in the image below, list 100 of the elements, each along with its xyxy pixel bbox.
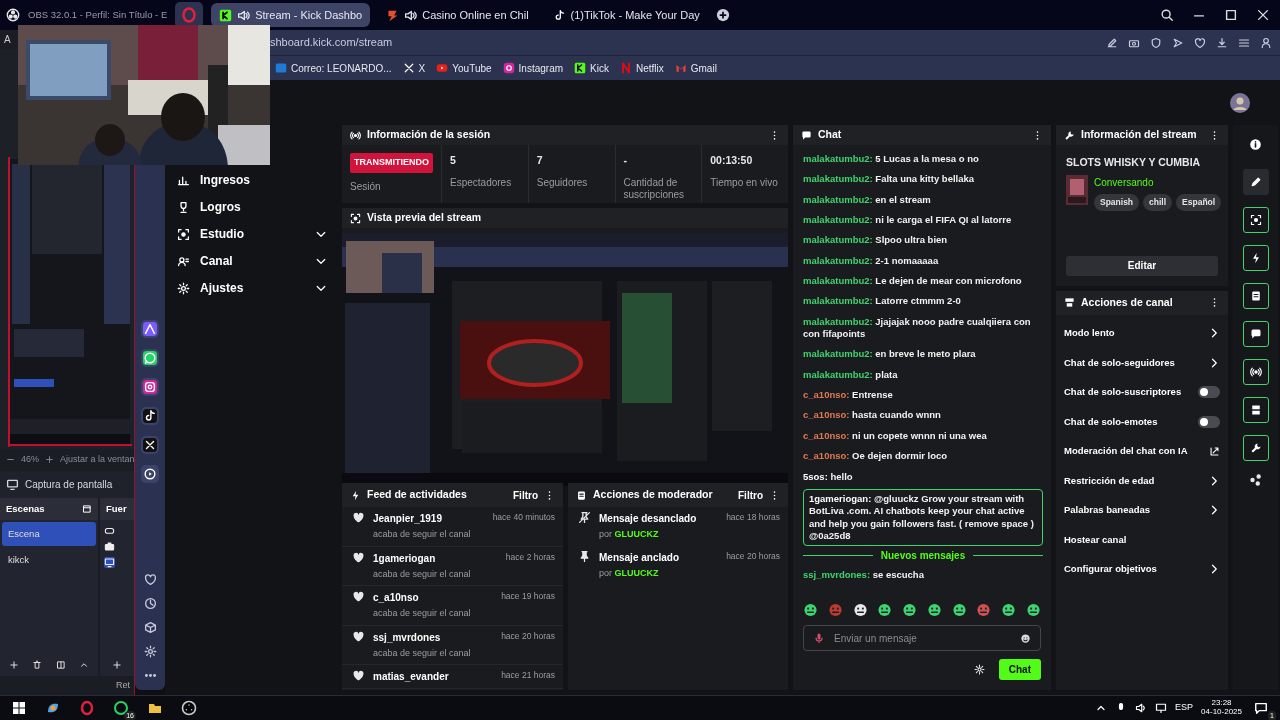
maximize-icon[interactable] bbox=[1224, 8, 1238, 22]
browser-tab[interactable]: (1)TikTok - Make Your Day bbox=[544, 3, 708, 27]
settings-icon[interactable] bbox=[973, 664, 985, 675]
tag-chip[interactable]: chill bbox=[1143, 193, 1173, 211]
channel-action-item[interactable]: Chat de solo-suscriptores bbox=[1056, 377, 1228, 407]
dots-cluster-icon[interactable] bbox=[1248, 473, 1263, 487]
channel-action-item[interactable]: Chat de solo-emotes bbox=[1056, 407, 1228, 437]
toggle-switch[interactable] bbox=[1198, 415, 1220, 428]
rail-button[interactable] bbox=[1242, 359, 1269, 385]
download-icon[interactable] bbox=[1216, 36, 1228, 49]
message-field[interactable]: Enviar un mensaje bbox=[803, 625, 1041, 651]
search-icon[interactable] bbox=[1160, 8, 1174, 22]
fit-window-option[interactable]: Ajustar a la ventan bbox=[60, 453, 134, 467]
send-icon[interactable] bbox=[1172, 36, 1184, 49]
network-icon[interactable] bbox=[1155, 702, 1168, 714]
camera-icon[interactable] bbox=[104, 540, 115, 552]
emote-icon[interactable] bbox=[803, 602, 818, 617]
emote-icon[interactable] bbox=[1025, 602, 1041, 617]
filter-button[interactable]: Filtro bbox=[738, 487, 763, 503]
menu-item[interactable]: A bbox=[0, 30, 15, 49]
bookmark-link[interactable]: X bbox=[402, 60, 426, 76]
nav-item[interactable]: Ajustes bbox=[177, 277, 327, 299]
chat-message: malakatumbu2: 5 Lucas a la mesa o no bbox=[803, 152, 980, 166]
channel-action-item[interactable]: Restricción de edad bbox=[1056, 466, 1228, 496]
add-icon[interactable] bbox=[8, 659, 19, 670]
timestamp: hace 19 horas bbox=[501, 590, 555, 603]
bookmark-link[interactable]: Instagram bbox=[502, 60, 564, 76]
moderator-text: por GLUUCKZ bbox=[599, 566, 660, 580]
toggle-switch[interactable] bbox=[1198, 386, 1220, 399]
bookmark-link[interactable]: Correo: LEONARDO... bbox=[275, 60, 392, 76]
nav-item[interactable]: Ingresos bbox=[177, 169, 327, 191]
obs-logo-icon[interactable] bbox=[181, 700, 197, 716]
channel-action-item[interactable]: Configurar objetivos bbox=[1056, 554, 1228, 584]
trash-icon[interactable] bbox=[32, 659, 43, 670]
menu-icon[interactable] bbox=[1238, 36, 1250, 49]
filter-button[interactable]: Filtro bbox=[513, 487, 538, 503]
rail-button[interactable] bbox=[1242, 321, 1269, 347]
avatar-icon[interactable] bbox=[1230, 92, 1250, 113]
emote-icon[interactable] bbox=[902, 602, 918, 617]
cube-icon[interactable] bbox=[143, 621, 157, 634]
windows-logo-icon[interactable] bbox=[11, 700, 27, 716]
frame-icon bbox=[177, 227, 190, 241]
profile-icon[interactable] bbox=[1260, 36, 1272, 49]
shield-icon[interactable] bbox=[1150, 36, 1162, 49]
info-icon[interactable] bbox=[1249, 137, 1262, 151]
channel-action-item[interactable]: Palabras baneadas bbox=[1056, 495, 1228, 525]
speaker-icon[interactable] bbox=[1135, 702, 1148, 714]
edit-icon[interactable] bbox=[1106, 36, 1118, 49]
play-icon[interactable] bbox=[143, 467, 157, 481]
close-icon[interactable] bbox=[1256, 8, 1270, 22]
channel-action-item[interactable]: Chat de solo-seguidores bbox=[1056, 348, 1228, 378]
channel-action-item[interactable]: Modo lento bbox=[1056, 318, 1228, 348]
add-icon[interactable] bbox=[112, 659, 122, 670]
bookmark-link[interactable]: YouTube bbox=[436, 60, 492, 76]
tag-chip[interactable]: Spanish bbox=[1094, 193, 1140, 211]
rail-button[interactable] bbox=[1242, 397, 1269, 423]
rail-button[interactable] bbox=[1242, 207, 1269, 233]
nav-item[interactable]: Estudio bbox=[177, 223, 327, 245]
window-icon[interactable] bbox=[82, 503, 92, 514]
clock-icon[interactable] bbox=[143, 597, 157, 610]
browser-tab[interactable]: Stream - Kick Dashbo bbox=[211, 3, 371, 27]
language-indicator[interactable]: ESP bbox=[1175, 701, 1194, 715]
bookmark-link[interactable]: Netflix bbox=[619, 60, 664, 76]
emote-icon[interactable] bbox=[951, 602, 967, 617]
zoom-in-icon[interactable] bbox=[45, 455, 54, 465]
notification-icon[interactable] bbox=[1254, 701, 1268, 715]
nav-item[interactable]: Canal bbox=[177, 250, 327, 272]
rail-button[interactable] bbox=[1242, 283, 1269, 309]
edit-button[interactable] bbox=[1242, 169, 1269, 195]
emote-icon[interactable] bbox=[877, 602, 893, 617]
emoji-icon[interactable] bbox=[1020, 632, 1031, 644]
x-logo-icon[interactable] bbox=[143, 438, 157, 452]
category-link[interactable]: Conversando bbox=[1094, 174, 1222, 190]
channel-action-item[interactable]: Moderación del chat con IA bbox=[1056, 436, 1228, 466]
scene-item[interactable]: kikck bbox=[2, 548, 96, 573]
nav-item[interactable]: Logros bbox=[177, 196, 327, 218]
heart-icon bbox=[352, 511, 365, 524]
camera-icon[interactable] bbox=[143, 380, 157, 394]
browser-logo-icon[interactable] bbox=[79, 700, 95, 716]
heart-icon[interactable] bbox=[143, 573, 157, 586]
send-button[interactable]: Chat bbox=[998, 659, 1041, 680]
rail-button[interactable] bbox=[1242, 435, 1269, 461]
music-note-icon[interactable] bbox=[143, 409, 157, 423]
heart-icon[interactable] bbox=[1194, 36, 1206, 49]
new-tab-icon[interactable] bbox=[715, 8, 730, 22]
app-icon[interactable] bbox=[143, 322, 157, 336]
monitor-icon[interactable] bbox=[104, 556, 115, 568]
bookmark-link[interactable]: Gmail bbox=[674, 60, 717, 76]
emote-icon[interactable] bbox=[926, 602, 942, 617]
emote-icon[interactable] bbox=[852, 602, 868, 617]
browser-tab[interactable]: Casino Online en Chil bbox=[378, 3, 537, 27]
rail-button[interactable] bbox=[1242, 245, 1269, 271]
bookmark-link[interactable]: Kick bbox=[574, 60, 609, 76]
settings-icon[interactable] bbox=[143, 645, 157, 658]
tag-chip[interactable]: Español bbox=[1176, 193, 1222, 211]
channel-action-item[interactable]: Hostear canal bbox=[1056, 525, 1228, 555]
browser-menu-button[interactable] bbox=[175, 2, 204, 28]
emote-icon[interactable] bbox=[1001, 602, 1017, 617]
scene-item[interactable]: Escena bbox=[2, 521, 96, 546]
edit-button[interactable]: Editar bbox=[1066, 255, 1218, 276]
